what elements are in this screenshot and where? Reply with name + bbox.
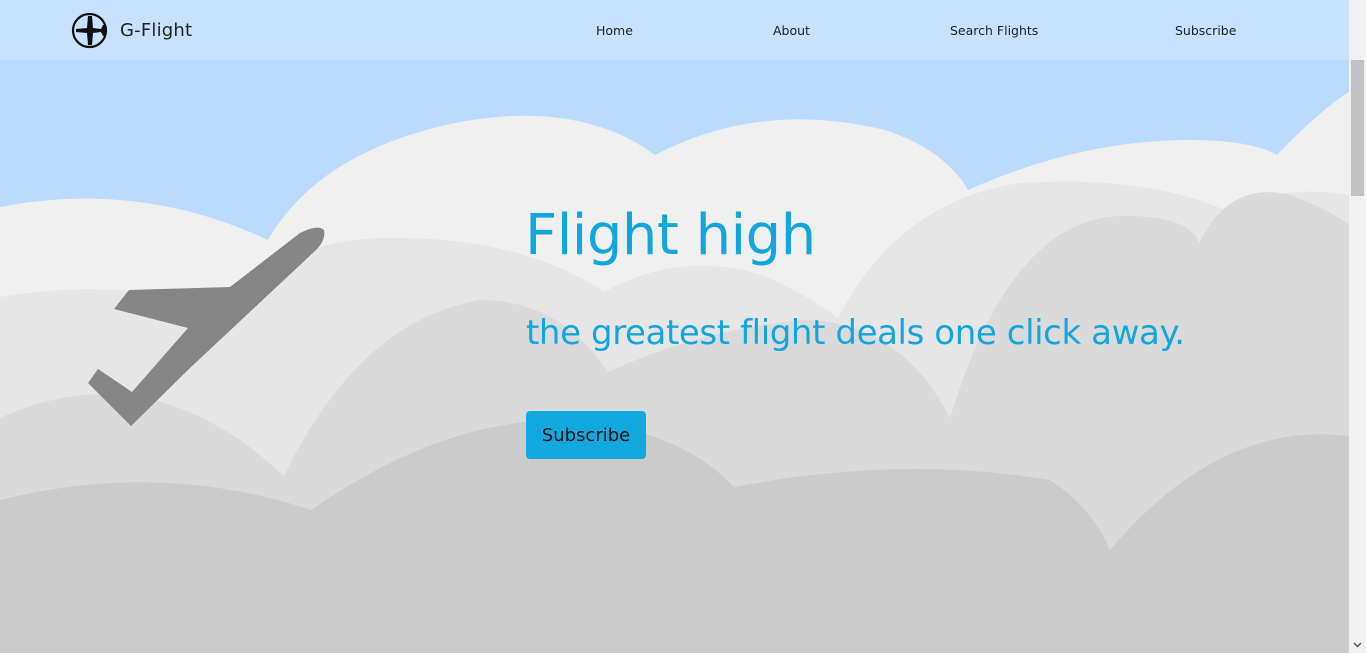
nav-link-search-flights[interactable]: Search Flights: [950, 22, 1038, 40]
scroll-down-arrow-icon[interactable]: [1349, 636, 1366, 653]
navbar: G-Flight Home About Search Flights Subsc…: [0, 0, 1349, 60]
nav-link-about[interactable]: About: [773, 22, 810, 40]
hero-title: Flight high: [525, 203, 816, 268]
vertical-scrollbar[interactable]: [1349, 0, 1366, 653]
brand-link[interactable]: G-Flight: [71, 12, 192, 48]
page: G-Flight Home About Search Flights Subsc…: [0, 0, 1366, 653]
nav-link-subscribe[interactable]: Subscribe: [1175, 22, 1236, 40]
subscribe-button[interactable]: Subscribe: [526, 411, 646, 459]
brand-name: G-Flight: [120, 19, 193, 41]
airplane-logo-icon: [71, 12, 108, 48]
scrollbar-thumb[interactable]: [1351, 60, 1364, 196]
hero-subtitle: the greatest flight deals one click away…: [526, 313, 1185, 353]
nav-link-home[interactable]: Home: [596, 22, 633, 40]
